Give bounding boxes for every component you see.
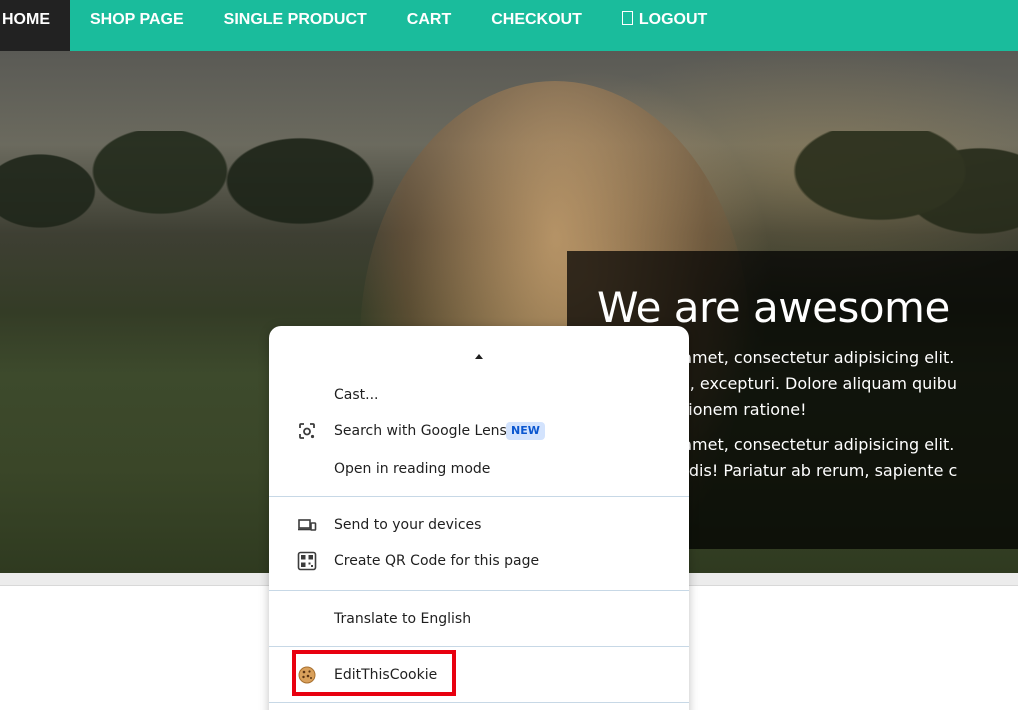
- menu-separator: [269, 646, 689, 647]
- menu-item-qr-code[interactable]: Create QR Code for this page: [269, 543, 689, 579]
- menu-separator: [269, 590, 689, 591]
- menu-separator: [269, 496, 689, 497]
- menu-item-edit-this-cookie-label: EditThisCookie: [334, 667, 438, 683]
- scroll-up-arrow-icon[interactable]: [475, 354, 483, 359]
- google-lens-icon: [297, 421, 317, 441]
- hero-title: We are awesome: [597, 283, 950, 332]
- cookie-icon: [297, 665, 317, 685]
- menu-item-reading-mode[interactable]: Open in reading mode: [269, 451, 689, 487]
- menu-item-cast-label: Cast...: [334, 387, 379, 403]
- logout-icon: [621, 11, 633, 25]
- nav-shop-page[interactable]: SHOP PAGE: [70, 0, 204, 51]
- nav-cart[interactable]: CART: [387, 0, 471, 51]
- devices-icon: [297, 515, 317, 535]
- menu-item-send-devices-label: Send to your devices: [334, 517, 482, 533]
- main-navbar: HOME SHOP PAGE SINGLE PRODUCT CART CHECK…: [0, 0, 1018, 51]
- menu-item-reading-mode-label: Open in reading mode: [334, 461, 491, 477]
- menu-item-qr-code-label: Create QR Code for this page: [334, 553, 540, 569]
- menu-item-translate-label: Translate to English: [334, 611, 472, 627]
- nav-home[interactable]: HOME: [0, 0, 70, 51]
- menu-item-translate[interactable]: Translate to English: [269, 601, 689, 637]
- nav-checkout[interactable]: CHECKOUT: [471, 0, 602, 51]
- qr-code-icon: [297, 551, 317, 571]
- nav-logout-label: LOGOUT: [638, 11, 708, 28]
- menu-item-send-devices[interactable]: Send to your devices: [269, 507, 689, 543]
- nav-single-product[interactable]: SINGLE PRODUCT: [204, 0, 387, 51]
- new-badge: NEW: [506, 422, 545, 440]
- browser-context-menu: Cast... Search with Google Lens NEW Open…: [269, 326, 689, 710]
- menu-item-edit-this-cookie[interactable]: EditThisCookie: [269, 657, 689, 693]
- menu-item-google-lens-label: Search with Google Lens: [334, 423, 507, 439]
- menu-item-cast[interactable]: Cast...: [269, 377, 689, 413]
- menu-separator: [269, 702, 689, 703]
- nav-logout[interactable]: LOGOUT: [602, 0, 727, 51]
- page: HOME SHOP PAGE SINGLE PRODUCT CART CHECK…: [0, 0, 1018, 710]
- menu-item-google-lens[interactable]: Search with Google Lens NEW: [269, 413, 689, 449]
